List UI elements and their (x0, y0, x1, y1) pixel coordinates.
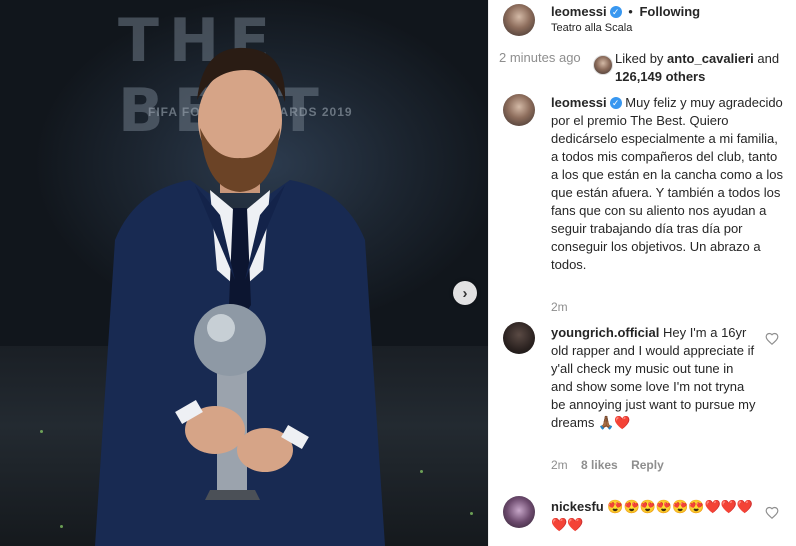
comment-likes[interactable]: 8 likes (581, 458, 618, 472)
commenter-avatar[interactable] (503, 322, 535, 354)
comment-meta: 2m 8 likes Reply (551, 458, 664, 472)
caption-username[interactable]: leomessi (551, 95, 607, 110)
comment-username[interactable]: nickesfu (551, 499, 604, 514)
post-location[interactable]: Teatro alla Scala (551, 22, 632, 34)
stage-light (60, 525, 63, 528)
commenter-avatar[interactable] (503, 496, 535, 528)
liked-by-user[interactable]: anto_cavalieri (667, 51, 754, 66)
liked-by-text: Liked by anto_cavalieri and 126,149 othe… (615, 50, 791, 86)
post-time-ago: 2 minutes ago (499, 50, 581, 65)
comment-time: 2m (551, 458, 568, 472)
like-comment-heart-icon[interactable] (765, 506, 779, 520)
author-username[interactable]: leomessi (551, 4, 607, 19)
caption-time: 2m (551, 300, 568, 314)
follow-status-button[interactable]: Following (639, 4, 700, 19)
likes-count[interactable]: 126,149 others (615, 69, 705, 84)
comment: nickesfu 😍😍😍😍😍😍❤️❤️❤️❤️❤️ (551, 498, 757, 534)
author-avatar[interactable] (503, 4, 535, 36)
verified-badge-icon: ✓ (609, 6, 622, 18)
comment-username[interactable]: youngrich.official (551, 325, 659, 340)
comment-text: Hey I'm a 16yr old rapper and I would ap… (551, 325, 756, 430)
caption-author-avatar[interactable] (503, 94, 535, 126)
next-photo-button[interactable]: › (453, 281, 477, 305)
liker-avatar[interactable] (593, 55, 613, 75)
caption: leomessi ✓ Muy feliz y muy agradecido por… (551, 94, 783, 274)
chevron-right-icon: › (462, 284, 468, 302)
liked-by-prefix: Liked by (615, 51, 664, 66)
stage-light (40, 430, 43, 433)
liked-by-and: and (757, 51, 780, 66)
verified-badge-icon: ✓ (609, 97, 622, 109)
reply-button[interactable]: Reply (631, 458, 664, 472)
stage-light (470, 512, 473, 515)
like-comment-heart-icon[interactable] (765, 332, 779, 346)
person-with-trophy (95, 47, 385, 546)
post-header: leomessi ✓ • Following (551, 4, 700, 19)
post-photo[interactable]: THE BEST FIFA FOOTBALL AWARDS 2019 (0, 0, 488, 546)
post-details-panel: leomessi ✓ • Following Teatro alla Scala … (488, 0, 796, 546)
caption-text: Muy feliz y muy agradecido por el premio… (551, 95, 783, 272)
comment-emoji: 🙏🏾❤️ (597, 415, 631, 430)
comment: youngrich.official Hey I'm a 16yr old ra… (551, 324, 757, 432)
stage-light (420, 470, 423, 473)
header-separator: • (628, 4, 633, 19)
